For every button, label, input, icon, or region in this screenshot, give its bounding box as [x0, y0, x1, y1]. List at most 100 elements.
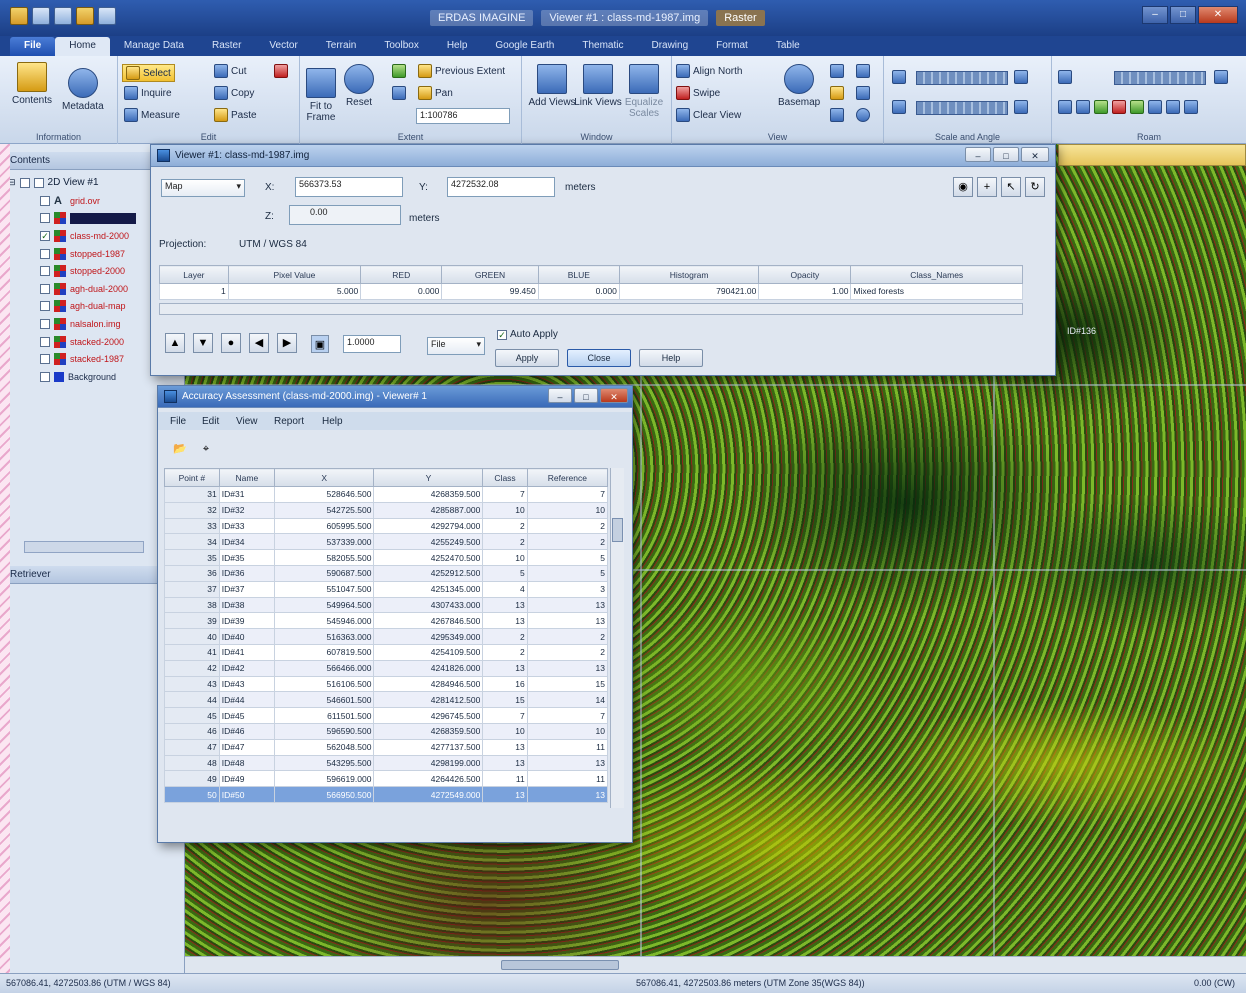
- view-option-3[interactable]: [856, 108, 870, 122]
- swipe-button[interactable]: Swipe: [676, 86, 720, 100]
- zoom-tool-button[interactable]: [830, 64, 844, 78]
- scale-field[interactable]: 1:100786: [416, 108, 510, 124]
- accuracy-table-header[interactable]: Name: [218, 468, 275, 487]
- table-row[interactable]: 46 ID#46 596590.500 4268359.500 10 10: [164, 722, 609, 740]
- table-row[interactable]: 45 ID#45 611501.500 4296745.500 7 7: [164, 707, 609, 724]
- step-size-input[interactable]: 1.0000: [343, 335, 401, 353]
- table-row[interactable]: 40 ID#40 516363.000 4295349.000 2 2: [164, 628, 609, 645]
- accuracy-close-button[interactable]: ✕: [600, 388, 628, 403]
- tab-format[interactable]: Format: [702, 37, 762, 56]
- layer-visibility-checkbox[interactable]: [40, 318, 50, 329]
- accuracy-minimize-button[interactable]: –: [548, 388, 572, 403]
- layer-visibility-checkbox[interactable]: [40, 248, 50, 259]
- table-row[interactable]: 42 ID#42 566466.000 4241826.000 13 13: [164, 659, 609, 677]
- accuracy-table-header[interactable]: X: [273, 468, 375, 487]
- select-tool-icon[interactable]: [76, 7, 94, 25]
- layer-visibility-checkbox[interactable]: [40, 283, 50, 294]
- open-folder-icon[interactable]: 📂: [170, 440, 190, 460]
- minimize-button[interactable]: –: [1142, 6, 1168, 24]
- crosshair-icon[interactable]: +: [977, 177, 997, 197]
- scale-slider[interactable]: [916, 71, 1008, 85]
- basemap-button[interactable]: Basemap: [778, 64, 820, 108]
- tab-google-earth[interactable]: Google Earth: [481, 37, 568, 56]
- pixel-table-header[interactable]: GREEN: [441, 265, 539, 284]
- tab-manage-data[interactable]: Manage Data: [110, 37, 198, 56]
- menu-help[interactable]: Help: [322, 416, 343, 427]
- tab-thematic[interactable]: Thematic: [568, 37, 637, 56]
- roam-next-button[interactable]: [1214, 70, 1228, 84]
- play-icon[interactable]: [1130, 100, 1144, 114]
- layer-visibility-checkbox[interactable]: [40, 266, 50, 277]
- tab-file[interactable]: File: [10, 37, 56, 56]
- contents-scrollbar[interactable]: [24, 541, 144, 553]
- menu-file[interactable]: File: [170, 416, 186, 427]
- globe-icon[interactable]: ◉: [953, 177, 973, 197]
- rotate-right-button[interactable]: [1014, 100, 1028, 114]
- table-row[interactable]: 47 ID#47 562048.500 4277137.500 13 11: [164, 738, 609, 756]
- pixel-table-scrollbar[interactable]: [159, 303, 1023, 315]
- reset-button[interactable]: Reset: [344, 64, 374, 108]
- measure-button[interactable]: Measure: [124, 108, 180, 122]
- angle-slider[interactable]: [916, 101, 1008, 115]
- table-row[interactable]: 35 ID#35 582055.500 4252470.500 10 5: [164, 549, 609, 566]
- add-views-button[interactable]: Add Views: [528, 64, 576, 108]
- menu-edit[interactable]: Edit: [202, 416, 219, 427]
- dialog-close-button[interactable]: ✕: [1021, 147, 1049, 162]
- metadata-button[interactable]: Metadata: [62, 68, 104, 112]
- scale-next-button[interactable]: [1014, 70, 1028, 84]
- layer-visibility-checkbox[interactable]: [40, 371, 50, 382]
- accuracy-maximize-button[interactable]: □: [574, 388, 598, 403]
- tab-help[interactable]: Help: [433, 37, 482, 56]
- layer-visibility-checkbox[interactable]: [40, 195, 50, 206]
- save-icon[interactable]: [32, 7, 50, 25]
- pixel-table-header[interactable]: Class_Names: [850, 265, 1023, 284]
- zoom-out-button[interactable]: [392, 86, 406, 100]
- previous-extent-button[interactable]: Previous Extent: [418, 64, 505, 78]
- pixel-table-header[interactable]: Layer: [159, 265, 229, 284]
- accuracy-table-header[interactable]: Y: [373, 468, 484, 487]
- tab-home[interactable]: Home: [55, 37, 110, 56]
- view-option-1[interactable]: [856, 64, 870, 78]
- table-row[interactable]: 31 ID#31 528646.500 4268359.500 7 7: [164, 486, 609, 503]
- accuracy-table-scrollbar[interactable]: [610, 468, 624, 808]
- view-visibility-checkbox[interactable]: [33, 177, 44, 188]
- skip-start-icon[interactable]: [1058, 100, 1072, 114]
- customize-qat-icon[interactable]: [98, 7, 116, 25]
- x-coordinate-input[interactable]: 566373.53: [295, 177, 403, 197]
- menu-view[interactable]: View: [236, 416, 258, 427]
- view-option-2[interactable]: [856, 86, 870, 100]
- table-row[interactable]: 49 ID#49 596619.000 4264426.500 11 11: [164, 770, 609, 788]
- dialog-maximize-button[interactable]: □: [993, 147, 1019, 162]
- tab-toolbox[interactable]: Toolbox: [370, 37, 432, 56]
- menu-report[interactable]: Report: [274, 416, 304, 427]
- table-row[interactable]: 32 ID#32 542725.500 4285887.000 10 10: [164, 501, 609, 519]
- stop-icon[interactable]: [1112, 100, 1126, 114]
- print-tool-button[interactable]: [830, 108, 844, 122]
- auto-apply-toggle[interactable]: Auto Apply: [497, 329, 558, 340]
- center-dot-icon[interactable]: ●: [221, 333, 241, 353]
- pixel-table-header[interactable]: Histogram: [618, 265, 760, 284]
- copy-button[interactable]: Copy: [214, 86, 254, 100]
- tab-drawing[interactable]: Drawing: [637, 37, 702, 56]
- tab-vector[interactable]: Vector: [255, 37, 311, 56]
- table-row[interactable]: 36 ID#36 590687.500 4252912.500 5 5: [164, 564, 609, 582]
- apply-button[interactable]: Apply: [495, 349, 559, 367]
- right-arrow-icon[interactable]: ▶: [277, 333, 297, 353]
- accuracy-table-header[interactable]: Reference: [526, 468, 609, 487]
- table-row[interactable]: 33 ID#33 605995.500 4292794.000 2 2: [164, 517, 609, 535]
- table-row[interactable]: 37 ID#37 551047.500 4251345.000 4 3: [164, 580, 609, 598]
- close-dialog-button[interactable]: Close: [567, 349, 631, 367]
- fit-to-frame-button[interactable]: Fit to Frame: [304, 68, 338, 123]
- layer-visibility-checkbox[interactable]: [40, 336, 50, 347]
- tab-raster[interactable]: Raster: [198, 37, 255, 56]
- lock-icon[interactable]: ▣: [311, 335, 329, 353]
- undo-icon[interactable]: [54, 7, 72, 25]
- file-option-select[interactable]: File ▾: [427, 337, 485, 355]
- table-row[interactable]: 34 ID#34 537339.000 4255249.500 2 2: [164, 533, 609, 551]
- auto-apply-checkbox[interactable]: [497, 329, 507, 340]
- layer-visibility-checkbox[interactable]: [40, 354, 50, 365]
- roam-option-button[interactable]: [1058, 70, 1072, 84]
- rotate-left-button[interactable]: [892, 100, 906, 114]
- pixel-table-header[interactable]: BLUE: [537, 265, 620, 284]
- layer-visibility-checkbox[interactable]: [40, 301, 50, 312]
